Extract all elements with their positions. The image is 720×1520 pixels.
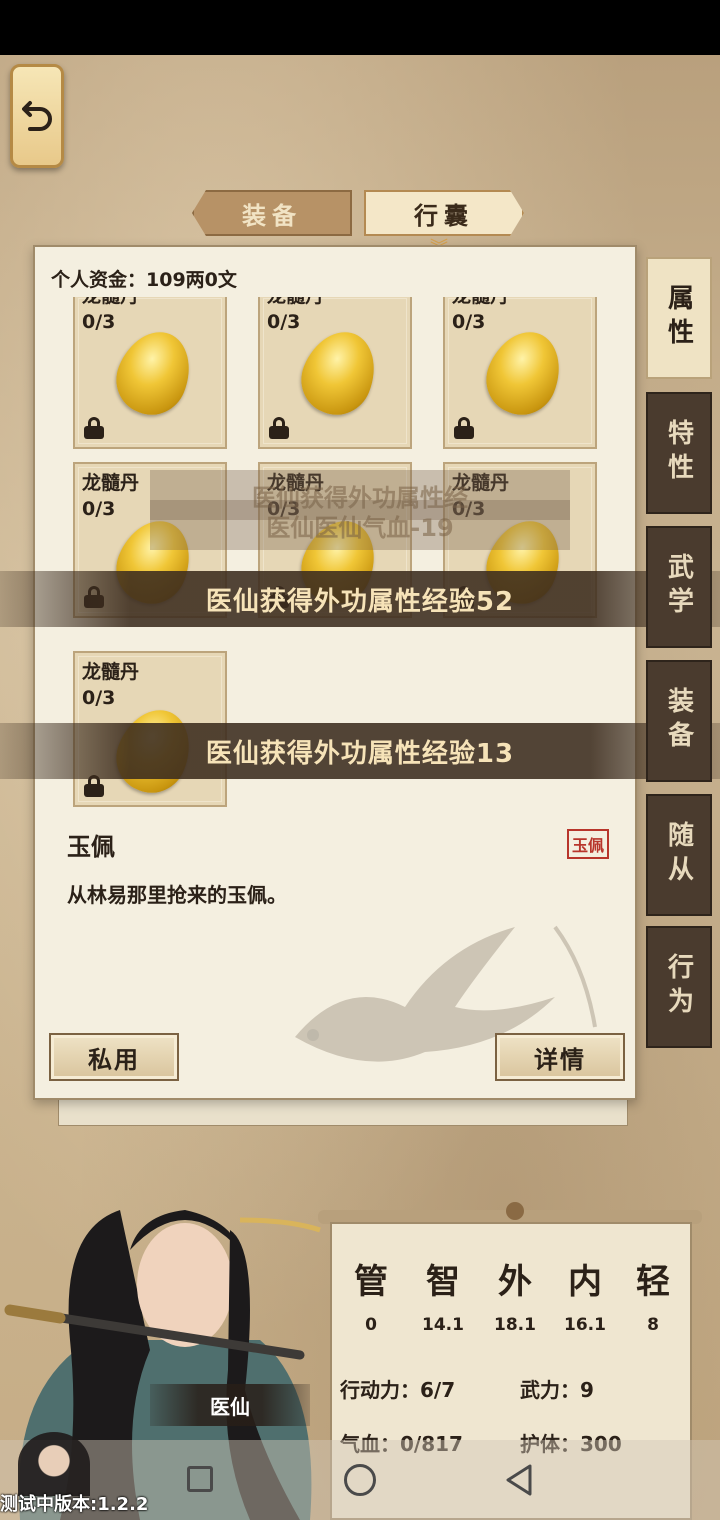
back-button[interactable] xyxy=(10,64,64,168)
golden-egg-icon xyxy=(475,320,573,426)
side-tab-behavior[interactable]: 行为 xyxy=(646,926,712,1048)
stat-management: 管 0 xyxy=(336,1254,406,1335)
stat-intelligence: 智 14.1 xyxy=(408,1254,478,1335)
scroll-knob xyxy=(506,1202,524,1220)
nav-back-icon[interactable] xyxy=(504,1462,534,1498)
inventory-slot[interactable]: 龙髓丹 0/3 xyxy=(258,297,412,449)
stat-glyph: 管 xyxy=(354,1262,388,1302)
slot-name: 龙髓丹 xyxy=(82,661,140,683)
stat-value: 16.1 xyxy=(564,1315,606,1335)
slot-name: 龙髓丹 xyxy=(267,297,324,308)
slot-name: 龙髓丹 xyxy=(452,297,509,308)
notification-toast: 医仙获得外功属性经验13 xyxy=(0,723,720,779)
private-use-button[interactable]: 私用 xyxy=(49,1033,179,1081)
golden-egg-icon xyxy=(290,320,388,426)
funds-label: 个人资金：109两0文 xyxy=(51,269,237,291)
slot-count: 0/3 xyxy=(452,311,486,333)
item-title: 玉佩 xyxy=(67,833,115,861)
stat-agility: 轻 8 xyxy=(618,1254,688,1335)
side-tab-followers[interactable]: 随从 xyxy=(646,794,712,916)
home-icon[interactable] xyxy=(344,1464,376,1496)
notification-toast: 医仙获得外功属性经验52 xyxy=(0,571,720,627)
inventory-slot[interactable]: 龙髓丹 0/3 xyxy=(443,297,597,449)
recent-apps-icon[interactable] xyxy=(187,1466,213,1492)
inventory-panel: 个人资金：109两0文 龙髓丹 0/3 龙髓丹 0/3 龙髓丹 0/3 龙髓丹 … xyxy=(33,245,637,1100)
stat-external: 外 18.1 xyxy=(480,1254,550,1335)
details-button[interactable]: 详情 xyxy=(495,1033,625,1081)
lock-icon xyxy=(454,417,474,439)
stat-value: 18.1 xyxy=(494,1315,536,1335)
tab-equipment[interactable]: 装备 xyxy=(192,190,352,236)
lock-icon xyxy=(84,417,104,439)
side-tab-equipment[interactable]: 装备 xyxy=(646,660,712,782)
slot-count: 0/3 xyxy=(82,687,116,709)
character-name: 医仙 xyxy=(150,1384,310,1426)
stat-glyph: 外 xyxy=(498,1262,532,1302)
slot-count: 0/3 xyxy=(82,311,116,333)
side-tab-martial-arts[interactable]: 武学 xyxy=(646,526,712,648)
stat-glyph: 智 xyxy=(426,1262,460,1302)
back-arrow-icon xyxy=(22,101,52,131)
side-tab-attributes[interactable]: 属性 xyxy=(646,257,712,379)
side-tab-traits[interactable]: 特性 xyxy=(646,392,712,514)
inventory-slot[interactable]: 龙髓丹 0/3 xyxy=(73,297,227,449)
golden-egg-icon xyxy=(105,320,203,426)
status-bar xyxy=(0,0,720,55)
item-type-tag: 玉佩 xyxy=(567,829,610,859)
stat-value: 8 xyxy=(647,1315,659,1335)
slot-count: 0/3 xyxy=(82,498,116,520)
stat-glyph: 轻 xyxy=(636,1262,670,1302)
stat-glyph: 内 xyxy=(568,1262,602,1302)
lock-icon xyxy=(269,417,289,439)
item-description: 从林易那里抢来的玉佩。 xyxy=(67,883,287,907)
stat-internal: 内 16.1 xyxy=(550,1254,620,1335)
slot-name: 龙髓丹 xyxy=(82,297,139,308)
fading-notification: 医仙医仙气血-19 xyxy=(150,500,570,550)
slot-name: 龙髓丹 xyxy=(82,472,140,494)
stat-value: 14.1 xyxy=(422,1315,464,1335)
martial-power: 武力：9 xyxy=(520,1378,594,1402)
stat-value: 0 xyxy=(365,1315,377,1335)
slot-count: 0/3 xyxy=(267,311,301,333)
version-label: 测试中版本:1.2.2 xyxy=(0,1494,149,1515)
tab-bag[interactable]: 行囊 xyxy=(364,190,524,236)
avatar[interactable] xyxy=(18,1432,90,1496)
action-power: 行动力：6/7 xyxy=(340,1378,456,1402)
panel-shadow-sheet xyxy=(58,1100,628,1126)
